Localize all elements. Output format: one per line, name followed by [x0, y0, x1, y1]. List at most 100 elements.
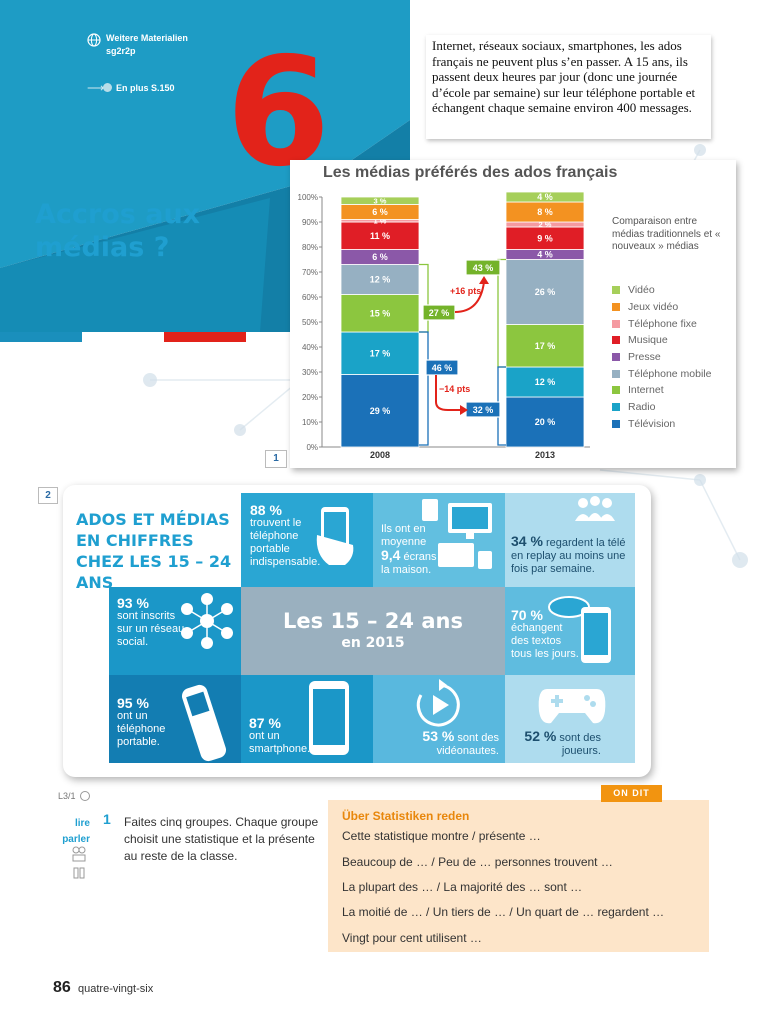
increase-arrowhead	[479, 276, 489, 284]
y-tick-label: 50%	[302, 318, 318, 327]
data-label: 15 %	[370, 308, 391, 318]
infographic-title: ADOS ET MÉDIAS EN CHIFFRES CHEZ LES 15 –…	[76, 510, 232, 592]
data-label: 12 %	[535, 377, 556, 387]
audience-icon	[575, 496, 615, 521]
legend-item: Téléphone fixe	[612, 315, 711, 332]
data-label: 26 %	[535, 287, 556, 297]
internet-2013-bracket	[497, 258, 506, 368]
tv-2008-callout: 46 %	[432, 363, 453, 373]
internet-2008-bracket	[419, 263, 429, 333]
exercise-number: 1	[103, 811, 111, 827]
data-label: 4 %	[537, 250, 553, 260]
data-label: 29 %	[370, 406, 391, 416]
legend-item: Presse	[612, 349, 711, 366]
y-tick-label: 20%	[302, 393, 318, 402]
legend-label: Presse	[628, 351, 661, 364]
gamepad-icon	[538, 689, 606, 724]
group-work-icon	[72, 846, 86, 879]
plus-link[interactable]: En plus S.150	[116, 83, 175, 93]
internet-2013-callout: 43 %	[473, 263, 494, 273]
intro-text-box: Internet, réseaux sociaux, smartphones, …	[426, 35, 711, 139]
audio-cd-icon[interactable]	[80, 791, 90, 801]
legend-label: Télévision	[628, 417, 676, 430]
phone-in-hand-icon	[316, 507, 354, 565]
y-tick-label: 90%	[302, 218, 318, 227]
legend-caption: Comparaison entre médias traditionnels e…	[612, 216, 721, 252]
legend-item: Télévision	[612, 416, 711, 433]
legend-swatch	[612, 386, 620, 395]
materials-label: Weitere Materialien	[106, 33, 188, 43]
globe-icon[interactable]	[87, 33, 101, 47]
data-label: 12 %	[370, 275, 391, 285]
phrase-1: Cette statistique montre / présente …	[342, 829, 541, 843]
center-title: Les 15 – 24 ans	[283, 609, 463, 633]
x-tick-label: 2013	[535, 450, 555, 460]
stat-smart-pct: 87 %	[249, 715, 281, 731]
skill-read: lire	[74, 818, 90, 829]
legend-swatch	[612, 336, 620, 345]
y-tick-label: 70%	[302, 268, 318, 277]
tv-2008-bracket	[419, 331, 429, 446]
legend-item: Internet	[612, 382, 711, 399]
stats-infographic: ADOS ET MÉDIAS EN CHIFFRES CHEZ LES 15 –…	[63, 485, 651, 777]
video-play-icon	[416, 679, 460, 727]
legend-item: Vidéo	[612, 282, 711, 299]
y-tick-label: 0%	[306, 443, 318, 452]
data-label: 20 %	[535, 417, 556, 427]
data-label: 6 %	[372, 252, 388, 262]
page-number: 86	[53, 979, 71, 996]
data-label: 17 %	[535, 341, 556, 351]
stat-mobile-pct: 95 %	[117, 695, 149, 711]
internet-change-label: +16 pts	[450, 286, 481, 296]
y-tick-label: 40%	[302, 343, 318, 352]
page-title: Accros aux médias ?	[35, 199, 201, 263]
legend-swatch	[612, 369, 620, 378]
center-subtitle: en 2015	[341, 635, 405, 651]
legend-label: Téléphone mobile	[628, 367, 712, 380]
y-tick-label: 60%	[302, 293, 318, 302]
legend-item: Musique	[612, 332, 711, 349]
legend-item: Téléphone mobile	[612, 365, 711, 382]
legend-label: Vidéo	[628, 284, 655, 297]
stat-texts-text: échangent des textos tous les jours.	[511, 622, 579, 660]
legend-label: Jeux vidéo	[628, 301, 679, 314]
legend-item: Jeux vidéo	[612, 299, 711, 316]
phrase-2: Beaucoup de … / Peu de … personnes trouv…	[342, 855, 613, 869]
media-chart: 0% 10% 20% 30% 40% 50% 60% 70% 80% 90% 100% 29 % 17 …	[290, 160, 736, 468]
materials-code[interactable]: sg2r2p	[106, 46, 136, 56]
legend-label: Téléphone fixe	[628, 317, 697, 330]
legend-swatch	[612, 303, 620, 312]
stat-video-pct: 53 %	[422, 728, 455, 744]
legend-label: Radio	[628, 401, 656, 414]
social-network-icon	[181, 593, 233, 649]
stat-replay-pct: 34 %	[511, 533, 543, 549]
chart-title: Les médias préférés des ados français	[323, 164, 618, 181]
legend-swatch	[612, 419, 620, 428]
ondit-heading: Über Statistiken reden	[342, 809, 470, 823]
data-label: 17 %	[370, 348, 391, 358]
stat-screens-value: 9,4	[381, 547, 401, 563]
exercise-text: Faites cinq groupes. Chaque groupe chois…	[124, 815, 319, 863]
stat-game-pct: 52 %	[524, 728, 557, 744]
data-label: 4 %	[537, 192, 553, 202]
legend-swatch	[612, 403, 620, 412]
data-label: 6 %	[372, 207, 388, 217]
exercise-ref: L3/1	[58, 791, 76, 801]
data-label: 11 %	[370, 231, 390, 241]
phrase-3: La plupart des … / La majorité des … son…	[342, 880, 583, 894]
internet-2008-callout: 27 %	[429, 308, 450, 318]
dot-icon	[103, 83, 112, 92]
legend-swatch	[612, 353, 620, 362]
stat-smart-text: ont un smartphone.	[249, 730, 311, 755]
data-label: 9 %	[537, 233, 553, 243]
y-tick-label: 100%	[298, 193, 318, 202]
ondit-tag: ON DIT	[601, 785, 662, 802]
page-number-words: quatre-vingt-six	[78, 983, 154, 995]
arrow-right-icon: ⟶	[87, 81, 105, 95]
legend-label: Musique	[628, 334, 668, 347]
data-label: 8 %	[537, 207, 553, 217]
legend-item: Radio	[612, 399, 711, 416]
stat-game-text: sont des joueurs.	[559, 732, 601, 757]
tv-2013-callout: 32 %	[473, 405, 494, 415]
legend-swatch	[612, 286, 620, 295]
